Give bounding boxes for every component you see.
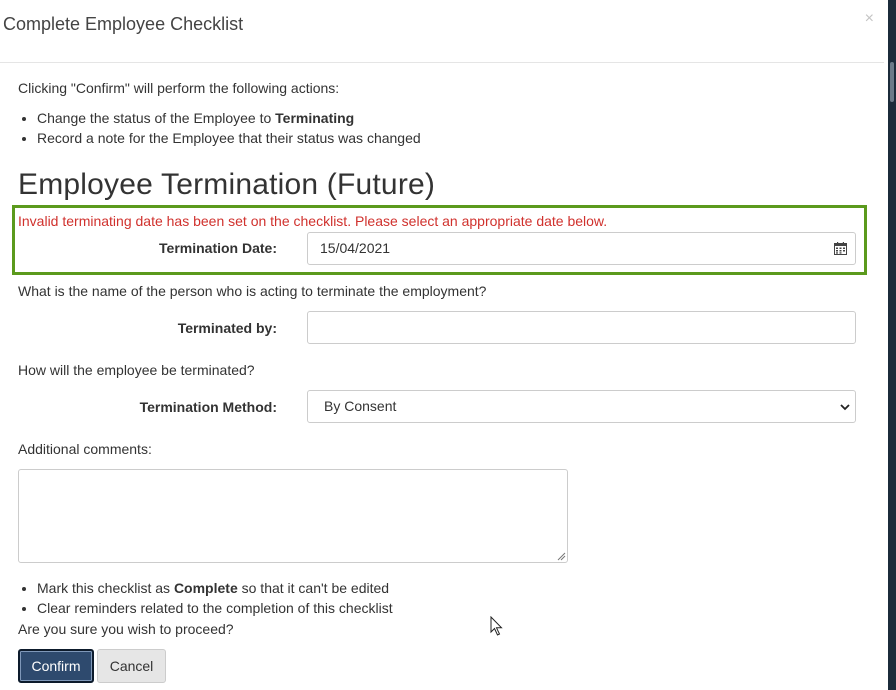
- terminated-by-input[interactable]: [307, 311, 856, 344]
- modal-header: Complete Employee Checklist ×: [0, 0, 884, 63]
- list-item: Mark this checklist as Complete so that …: [37, 578, 393, 598]
- intro-text: Clicking "Confirm" will perform the foll…: [18, 80, 340, 96]
- status-value: Terminating: [275, 110, 355, 126]
- mouse-cursor-icon: [490, 616, 503, 636]
- list-item: Clear reminders related to the completio…: [37, 598, 393, 618]
- summary-list: Mark this checklist as Complete so that …: [0, 578, 393, 618]
- termination-date-label: Termination Date:: [159, 240, 277, 256]
- calendar-icon[interactable]: [834, 242, 847, 255]
- close-button[interactable]: ×: [865, 10, 874, 28]
- window-edge: [884, 0, 896, 690]
- list-item: Record a note for the Employee that thei…: [37, 128, 421, 148]
- scrollbar-thumb[interactable]: [890, 62, 894, 102]
- cancel-button[interactable]: Cancel: [97, 649, 166, 683]
- resize-grip-icon[interactable]: [556, 551, 566, 561]
- terminated-by-question: What is the name of the person who is ac…: [18, 283, 487, 299]
- chevron-down-icon: [840, 404, 850, 411]
- action-text: Change the status of the Employee to: [37, 110, 276, 126]
- summary-text: so that it can't be edited: [237, 580, 390, 596]
- section-heading: Employee Termination (Future): [18, 168, 436, 201]
- summary-text: Mark this checklist as: [37, 580, 174, 596]
- complete-keyword: Complete: [173, 580, 238, 596]
- confirm-button[interactable]: Confirm: [18, 649, 94, 683]
- termination-date-input[interactable]: 15/04/2021: [307, 232, 856, 265]
- complete-checklist-dialog: Complete Employee Checklist × Clicking "…: [0, 0, 884, 690]
- termination-date-value: 15/04/2021: [320, 240, 391, 256]
- termination-method-label: Termination Method:: [139, 399, 277, 415]
- actions-list: Change the status of the Employee to Ter…: [0, 108, 421, 148]
- terminated-by-label: Terminated by:: [177, 320, 277, 336]
- modal-title: Complete Employee Checklist: [3, 14, 244, 34]
- termination-method-select[interactable]: By Consent: [307, 390, 856, 423]
- comments-label: Additional comments:: [18, 441, 152, 457]
- termination-method-value: By Consent: [324, 398, 397, 414]
- proceed-question: Are you sure you wish to proceed?: [18, 621, 234, 637]
- comments-textarea[interactable]: [18, 469, 568, 563]
- list-item: Change the status of the Employee to Ter…: [37, 108, 421, 128]
- termination-method-question: How will the employee be terminated?: [18, 362, 255, 378]
- date-error-message: Invalid terminating date has been set on…: [18, 213, 608, 229]
